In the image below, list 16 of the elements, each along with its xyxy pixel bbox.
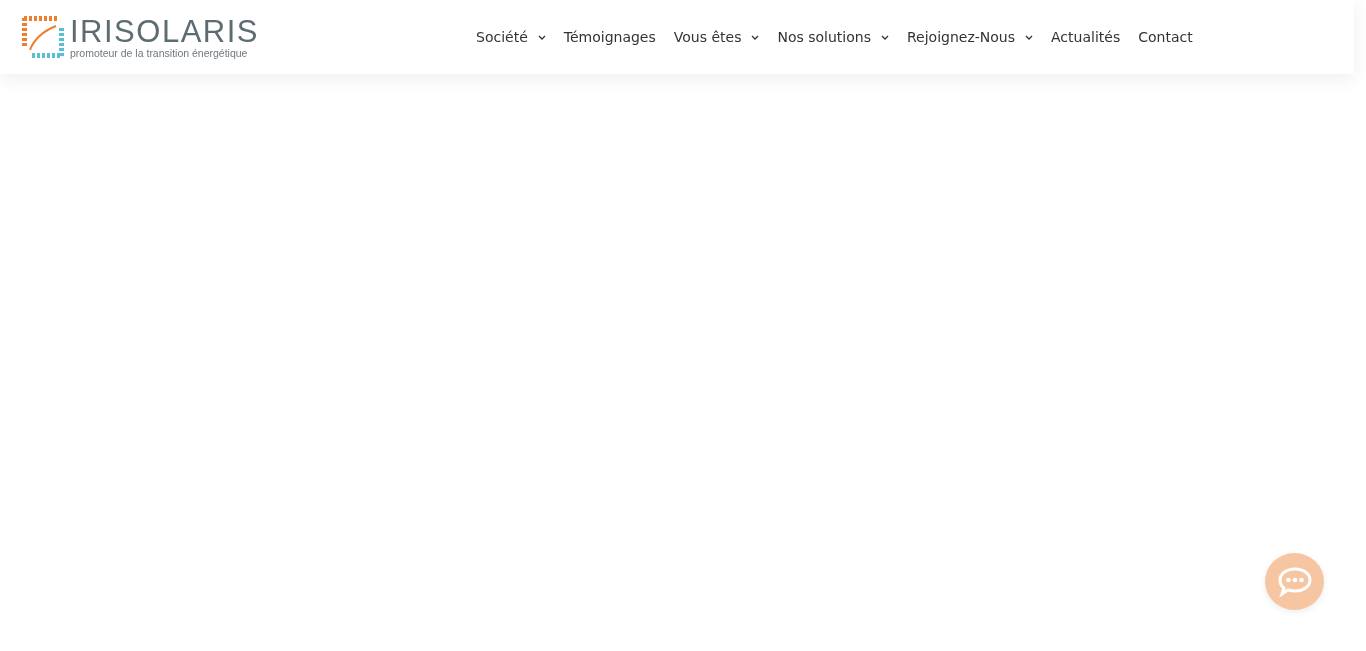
nav-link[interactable]: Rejoignez-Nous: [898, 29, 1043, 45]
nav-link[interactable]: Contact: [1129, 29, 1202, 45]
brand-name: IRISOLARIS: [70, 15, 259, 47]
brand-tagline: promoteur de la transition énergétique: [70, 46, 249, 59]
logo-icon: [22, 16, 64, 58]
chat-icon: [1276, 565, 1313, 598]
chat-button[interactable]: [1265, 553, 1324, 610]
nav-link[interactable]: Nos solutions: [768, 29, 898, 45]
nav-link[interactable]: Société: [467, 29, 555, 45]
nav-link[interactable]: Actualités: [1042, 29, 1130, 45]
caret-icon: [537, 34, 546, 40]
caret-icon: [881, 34, 889, 40]
nav-link[interactable]: Vous êtes: [664, 29, 769, 45]
nav-link[interactable]: Témoignages: [554, 29, 665, 45]
caret-icon: [751, 34, 760, 40]
caret-icon: [1025, 34, 1034, 40]
